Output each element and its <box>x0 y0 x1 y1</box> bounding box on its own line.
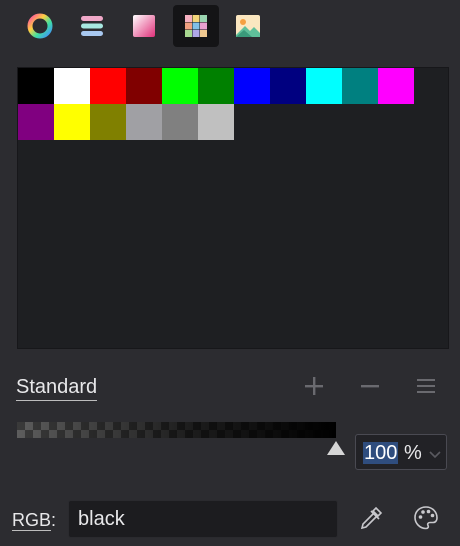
color-swatch[interactable] <box>90 68 126 104</box>
color-model-label[interactable]: RGB: <box>12 509 56 531</box>
color-model-separator: : <box>51 510 57 530</box>
color-swatch[interactable] <box>306 68 342 104</box>
color-swatch[interactable] <box>18 68 54 104</box>
color-swatch[interactable] <box>18 104 54 140</box>
tab-color-sliders[interactable] <box>69 5 115 47</box>
hamburger-menu-icon <box>414 374 438 403</box>
color-palettes-icon <box>182 12 210 40</box>
tab-color-gradient[interactable] <box>121 5 167 47</box>
color-swatch[interactable] <box>126 68 162 104</box>
opacity-slider-handle[interactable] <box>327 441 345 455</box>
palette-name[interactable]: Standard <box>16 376 98 401</box>
color-gradient-icon <box>130 12 158 40</box>
eyedropper-icon <box>357 504 385 537</box>
color-wheel-icon <box>26 12 54 40</box>
color-swatch[interactable] <box>126 104 162 140</box>
opacity-value[interactable]: 100 <box>363 442 399 464</box>
palette-picker-button[interactable] <box>411 505 441 535</box>
palette-grid <box>17 67 449 349</box>
palette-menu-button[interactable] <box>412 374 440 402</box>
opacity-spinbox[interactable]: 100 % <box>355 434 447 470</box>
minus-icon <box>358 374 382 403</box>
color-model-name: RGB <box>12 510 52 531</box>
opacity-unit: % <box>404 442 422 464</box>
color-swatch[interactable] <box>198 104 234 140</box>
plus-icon <box>302 374 326 403</box>
color-name-input[interactable] <box>78 507 328 531</box>
color-swatch[interactable] <box>162 104 198 140</box>
paint-palette-icon <box>412 504 440 537</box>
color-swatch[interactable] <box>378 68 414 104</box>
tab-color-wheel[interactable] <box>17 5 63 47</box>
tab-color-palettes[interactable] <box>173 5 219 47</box>
screen-color-picker-button[interactable] <box>356 505 386 535</box>
color-swatch[interactable] <box>54 68 90 104</box>
tab-image-colors[interactable] <box>225 5 271 47</box>
image-colors-icon <box>234 12 262 40</box>
chevron-down-icon[interactable] <box>428 447 442 465</box>
opacity-slider-track[interactable] <box>17 422 336 438</box>
color-swatch[interactable] <box>162 68 198 104</box>
remove-color-button[interactable] <box>356 374 384 402</box>
color-swatch[interactable] <box>342 68 378 104</box>
add-color-button[interactable] <box>300 374 328 402</box>
color-sliders-icon <box>78 12 106 40</box>
color-swatch[interactable] <box>270 68 306 104</box>
color-swatch[interactable] <box>234 68 270 104</box>
color-swatch[interactable] <box>90 104 126 140</box>
color-swatch[interactable] <box>198 68 234 104</box>
color-name-field[interactable] <box>68 500 338 538</box>
color-mode-toolbar <box>0 0 460 52</box>
color-swatch[interactable] <box>54 104 90 140</box>
